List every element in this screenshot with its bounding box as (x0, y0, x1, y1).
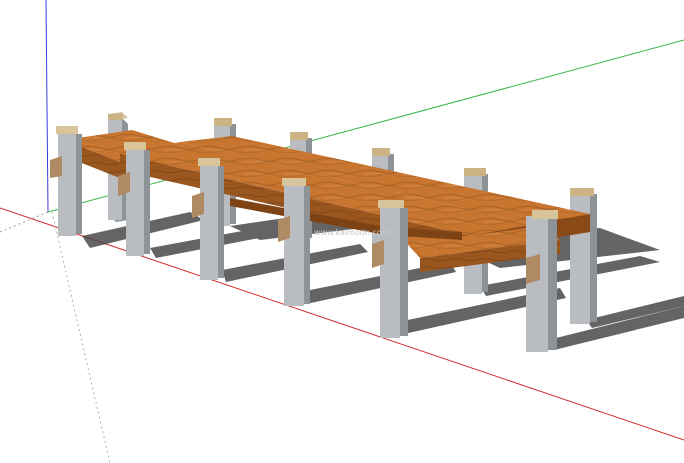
dotted-axis-gray-2 (51, 211, 111, 463)
boardwalk-model-scene: www.kaimodn.com (0, 0, 684, 463)
3d-viewport[interactable]: www.kaimodn.com (0, 0, 684, 463)
blue-axis (45, 0, 49, 213)
post-front-1 (50, 126, 82, 236)
watermark-text: www.kaimodn.com (314, 228, 390, 237)
post-back-6 (570, 188, 597, 324)
post-front-6 (526, 210, 558, 352)
